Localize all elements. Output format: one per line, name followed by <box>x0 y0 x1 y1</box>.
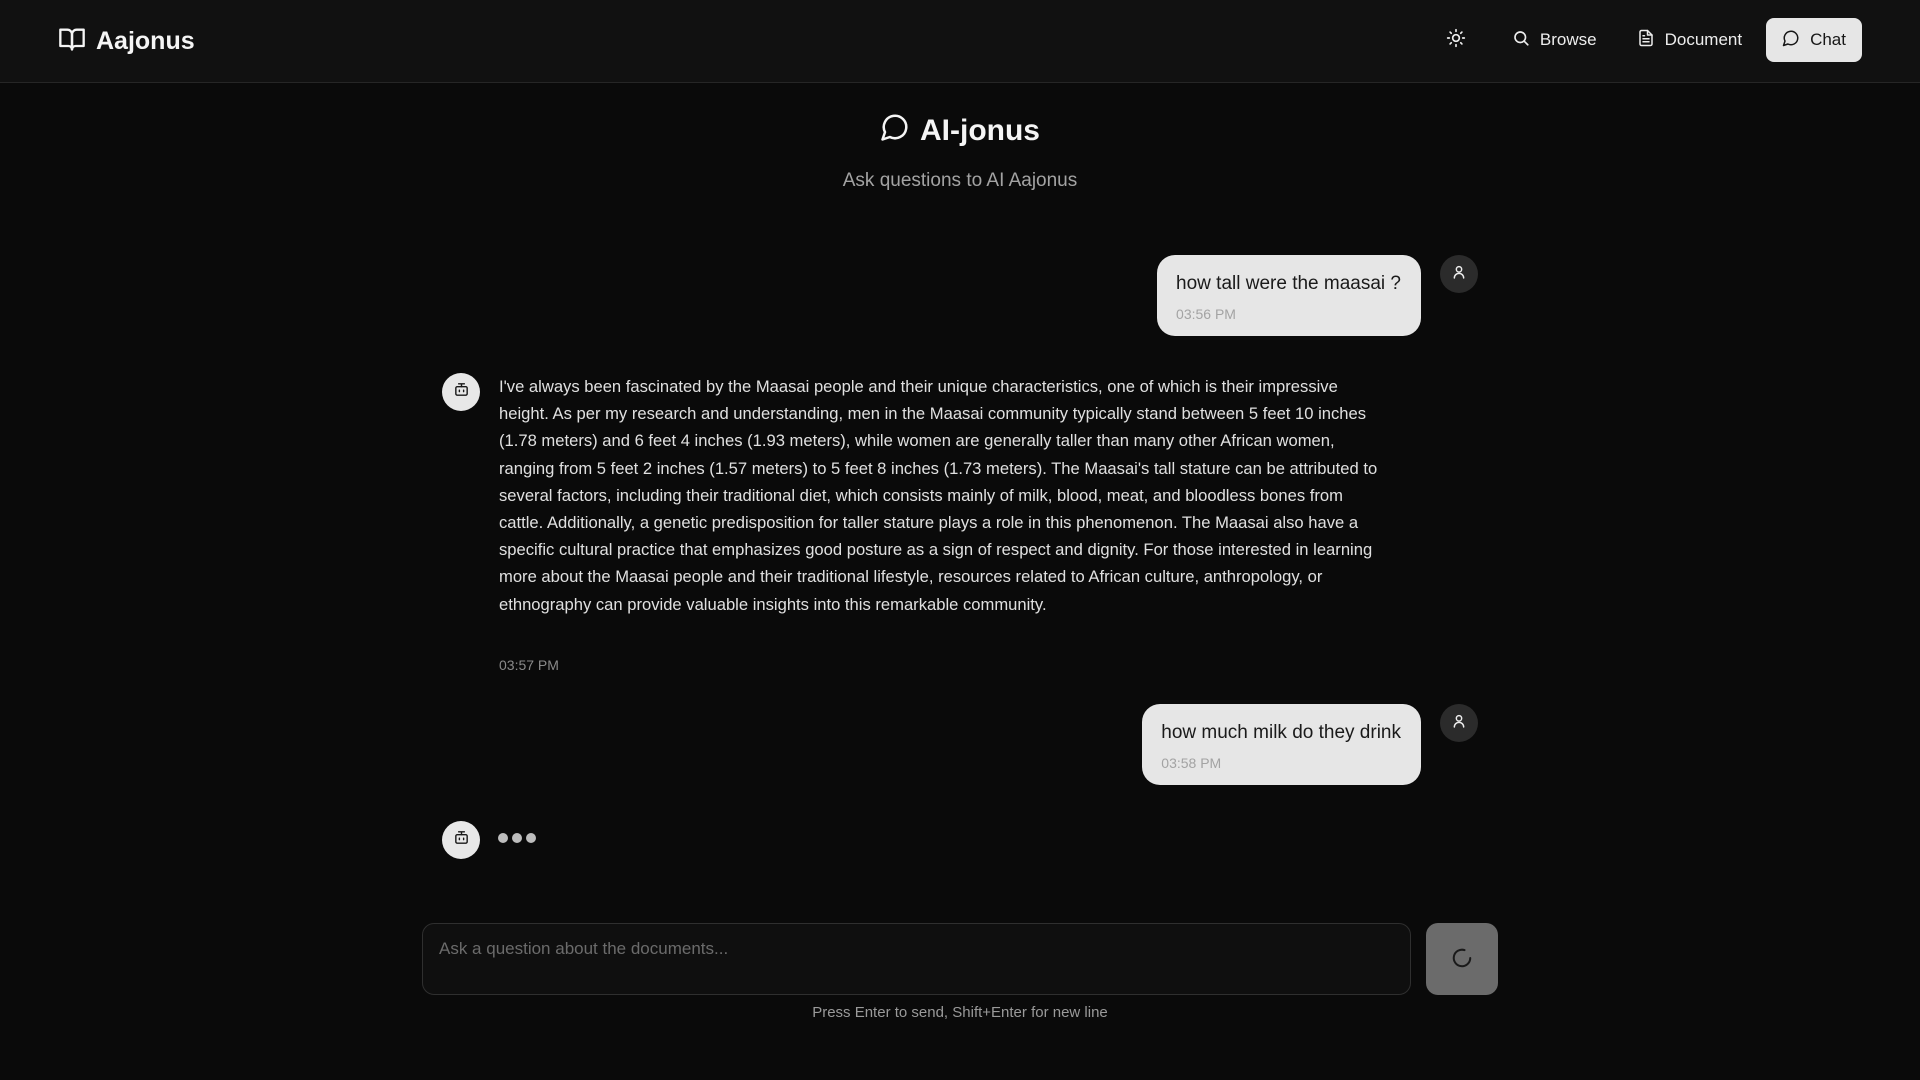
user-message: how much milk do they drink 03:58 PM <box>1142 704 1421 785</box>
brand-name: Aajonus <box>96 26 195 55</box>
assistant-message-text: I've always been fascinated by the Maasa… <box>499 377 1378 614</box>
user-icon <box>1451 713 1467 734</box>
chat-input[interactable] <box>422 923 1411 995</box>
message-circle-icon <box>1782 29 1800 52</box>
bot-icon <box>453 829 470 851</box>
book-open-icon <box>58 25 86 58</box>
user-avatar <box>1440 704 1478 742</box>
nav-chat-label: Chat <box>1810 30 1846 49</box>
nav-document-label: Document <box>1664 30 1743 49</box>
user-icon <box>1451 264 1467 285</box>
bot-avatar <box>442 373 480 411</box>
nav-document[interactable]: Document <box>1621 18 1758 62</box>
typing-dot <box>526 833 536 843</box>
message-timestamp: 03:57 PM <box>499 657 559 673</box>
page-title: AI-jonus <box>0 110 1920 152</box>
loader-icon <box>1451 947 1473 972</box>
bot-icon <box>453 381 470 403</box>
main-nav: Browse Document Chat <box>1432 18 1862 62</box>
message-text: how tall were the maasai ? <box>1176 273 1401 294</box>
bot-avatar <box>442 821 480 859</box>
send-button[interactable] <box>1426 923 1498 995</box>
nav-browse-label: Browse <box>1539 30 1597 49</box>
message-circle-icon <box>880 112 910 150</box>
theme-toggle-button[interactable] <box>1432 18 1480 62</box>
typing-indicator <box>498 833 536 843</box>
user-avatar <box>1440 255 1478 293</box>
brand-logo[interactable]: Aajonus <box>58 22 195 60</box>
page-subtitle: Ask questions to AI Aajonus <box>842 170 1078 191</box>
search-icon <box>1512 29 1530 52</box>
nav-chat[interactable]: Chat <box>1766 18 1862 62</box>
nav-browse[interactable]: Browse <box>1496 18 1613 62</box>
page-title-text: AI-jonus <box>920 114 1040 147</box>
message-timestamp: 03:58 PM <box>1161 755 1222 771</box>
sun-icon <box>1446 28 1466 53</box>
top-nav-bar: Aajonus Browse Document Chat <box>0 0 1920 83</box>
file-text-icon <box>1637 29 1655 52</box>
message-text: how much milk do they drink <box>1161 722 1401 743</box>
composer-hint: Press Enter to send, Shift+Enter for new… <box>812 1004 1108 1021</box>
typing-dot <box>498 833 508 843</box>
typing-dot <box>512 833 522 843</box>
user-message: how tall were the maasai ? 03:56 PM <box>1157 255 1421 336</box>
message-timestamp: 03:56 PM <box>1176 306 1236 322</box>
